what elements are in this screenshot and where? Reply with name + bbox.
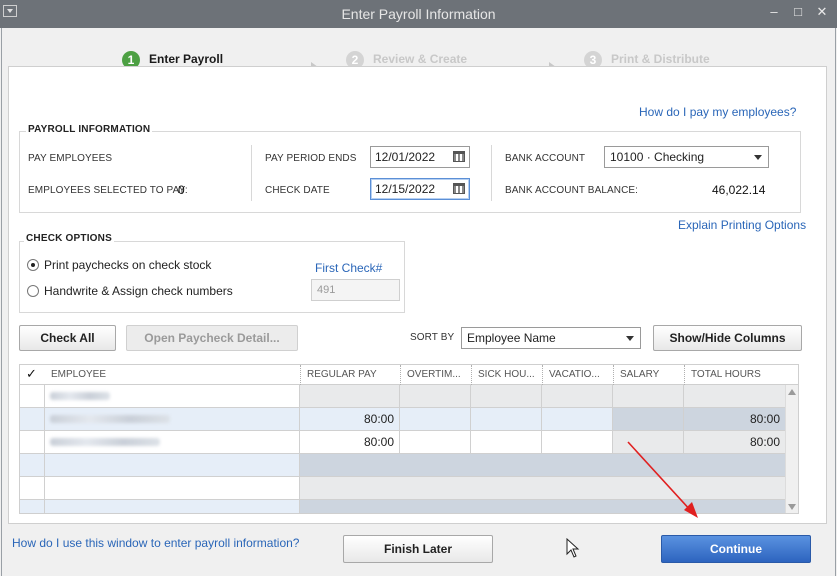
bank-account-select[interactable]: 10100 · Checking [604,146,769,168]
divider [251,145,252,201]
column-header-salary[interactable]: SALARY [613,365,684,385]
bank-account-value: 10100 · Checking [610,150,705,164]
table-header: ✓ EMPLOYEE REGULAR PAY OVERTIM... SICK H… [20,365,798,385]
footer-help-link[interactable]: How do I use this window to enter payrol… [12,536,299,550]
column-header-employee[interactable]: EMPLOYEE [45,365,300,385]
table-row[interactable] [20,385,786,408]
divider [491,145,492,201]
chevron-down-icon [754,155,762,160]
overtime-cell[interactable] [400,431,471,453]
empty-cell [300,477,786,499]
check-options-group [19,241,405,313]
bank-balance-value: 46,022.14 [712,183,766,197]
total-hours-cell [684,385,786,407]
regular-pay-cell[interactable] [300,385,400,407]
vacation-cell[interactable] [542,408,613,430]
sick-hours-cell[interactable] [471,431,542,453]
continue-button[interactable]: Continue [661,535,811,563]
scroll-down-icon[interactable] [788,504,796,510]
sort-by-value: Employee Name [467,331,556,345]
radio-label: Handwrite & Assign check numbers [44,284,233,298]
column-header-overtime[interactable]: OVERTIM... [400,365,471,385]
regular-pay-cell[interactable]: 80:00 [300,431,400,453]
column-header-vacation[interactable]: VACATIO... [542,365,613,385]
empty-cell [45,500,300,513]
employees-selected-value: 0 [178,183,185,197]
chevron-down-icon [626,336,634,341]
radio-unselected-icon[interactable] [27,285,39,297]
minimize-icon[interactable]: – [766,5,782,19]
pay-period-ends-label: PAY PERIOD ENDS [265,153,357,164]
column-header-sick-hours[interactable]: SICK HOU... [471,365,542,385]
row-checkbox[interactable] [20,431,45,453]
vacation-cell[interactable] [542,385,613,407]
explain-printing-options-link[interactable]: Explain Printing Options [678,218,806,232]
row-checkbox [20,477,45,499]
first-check-field: 491 [311,279,400,301]
mouse-cursor-icon [566,538,580,558]
row-checkbox [20,454,45,476]
sort-by-select[interactable]: Employee Name [461,327,641,349]
empty-cell [45,477,300,499]
calendar-icon[interactable] [453,183,465,194]
bank-account-label: BANK ACCOUNT [505,153,586,164]
check-date-field[interactable]: 12/15/2022 [370,178,470,200]
close-icon[interactable]: ✕ [814,5,830,19]
pay-employees-label: PAY EMPLOYEES [28,153,113,164]
finish-later-button[interactable]: Finish Later [343,535,493,563]
check-date-label: CHECK DATE [265,185,330,196]
show-hide-columns-button[interactable]: Show/Hide Columns [653,325,802,351]
total-hours-cell: 80:00 [684,408,786,430]
title-bar: Enter Payroll Information – □ ✕ [0,0,837,28]
empty-cell [300,500,786,513]
table-row[interactable]: 80:00 80:00 [20,408,786,431]
salary-cell[interactable] [613,408,684,430]
salary-cell[interactable] [613,385,684,407]
row-checkbox[interactable] [20,385,45,407]
overtime-cell[interactable] [400,408,471,430]
help-pay-employees-link[interactable]: How do I pay my employees? [639,105,796,119]
sort-by-label: SORT BY [410,332,455,343]
column-header-regular-pay[interactable]: REGULAR PAY [300,365,400,385]
sick-hours-cell[interactable] [471,385,542,407]
check-date-value: 12/15/2022 [375,182,436,196]
check-column-header[interactable]: ✓ [20,365,45,385]
column-header-total-hours[interactable]: TOTAL HOURS [684,365,786,385]
check-options-title: CHECK OPTIONS [24,233,114,244]
employee-name-cell[interactable] [45,431,300,453]
overtime-cell[interactable] [400,385,471,407]
pay-period-ends-field[interactable]: 12/01/2022 [370,146,470,168]
first-check-link[interactable]: First Check# [315,261,382,275]
open-paycheck-detail-button: Open Paycheck Detail... [126,325,298,351]
payroll-information-title: PAYROLL INFORMATION [26,124,153,135]
employee-name-cell[interactable] [45,408,300,430]
radio-print-check-stock[interactable]: Print paychecks on check stock [27,258,211,272]
row-checkbox [20,500,45,513]
sick-hours-cell[interactable] [471,408,542,430]
scroll-up-icon[interactable] [788,389,796,395]
maximize-icon[interactable]: □ [790,5,806,19]
pay-period-ends-value: 12/01/2022 [375,150,436,164]
calendar-icon[interactable] [453,151,465,162]
empty-cell [300,454,786,476]
empty-cell [45,454,300,476]
employee-name-cell[interactable] [45,385,300,407]
check-all-button[interactable]: Check All [19,325,116,351]
window-title: Enter Payroll Information [341,6,496,22]
annotation-arrow-icon [627,441,698,518]
bank-balance-label: BANK ACCOUNT BALANCE: [505,185,639,196]
radio-selected-icon[interactable] [27,259,39,271]
vacation-cell[interactable] [542,431,613,453]
radio-handwrite-assign[interactable]: Handwrite & Assign check numbers [27,284,233,298]
radio-label: Print paychecks on check stock [44,258,212,272]
regular-pay-cell[interactable]: 80:00 [300,408,400,430]
row-checkbox[interactable] [20,408,45,430]
employees-selected-label: EMPLOYEES SELECTED TO PAY: [28,185,188,196]
table-scrollbar[interactable] [785,385,798,513]
payroll-information-group [19,131,801,213]
